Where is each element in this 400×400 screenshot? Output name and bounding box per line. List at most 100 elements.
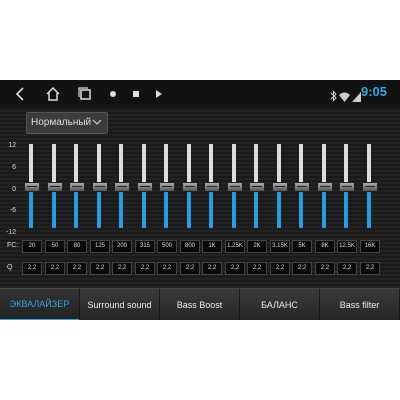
q-value[interactable]: 2,2 <box>202 262 222 275</box>
slider-fill <box>187 186 191 228</box>
q-value[interactable]: 2,2 <box>270 262 290 275</box>
slider-fill <box>97 186 101 228</box>
signal-icon <box>352 87 361 106</box>
q-value[interactable]: 2,2 <box>90 262 110 275</box>
slider-fill <box>74 186 78 228</box>
tab-1[interactable]: Surround sound <box>80 289 160 320</box>
q-value[interactable]: 2,2 <box>45 262 65 275</box>
slider-thumb[interactable] <box>227 182 243 192</box>
band-slider-16K[interactable] <box>360 144 378 228</box>
slider-fill <box>344 186 348 228</box>
q-value[interactable]: 2,2 <box>112 262 132 275</box>
fc-value[interactable]: 125 <box>90 240 110 253</box>
fc-value[interactable]: 5K <box>292 240 312 253</box>
fc-row-label: FC: <box>7 242 19 249</box>
band-slider-315[interactable] <box>135 144 153 228</box>
scale-label: 0 <box>12 186 16 193</box>
band-slider-12.5K[interactable] <box>337 144 355 228</box>
slider-thumb[interactable] <box>272 182 288 192</box>
picture-icon[interactable] <box>127 85 145 103</box>
slider-thumb[interactable] <box>159 182 175 192</box>
q-value[interactable]: 2,2 <box>360 262 380 275</box>
band-slider-2K[interactable] <box>247 144 265 228</box>
bluetooth-icon <box>330 87 337 106</box>
fc-value[interactable]: 1.25K <box>225 240 245 253</box>
q-value[interactable]: 2,2 <box>225 262 245 275</box>
band-slider-800[interactable] <box>180 144 198 228</box>
slider-thumb[interactable] <box>24 182 40 192</box>
fc-value[interactable]: 2K <box>247 240 267 253</box>
slider-thumb[interactable] <box>182 182 198 192</box>
back-icon[interactable] <box>12 85 30 103</box>
tab-4[interactable]: Bass filter <box>320 289 400 320</box>
slider-thumb[interactable] <box>47 182 63 192</box>
q-value[interactable]: 2,2 <box>135 262 155 275</box>
q-value[interactable]: 2,2 <box>157 262 177 275</box>
fc-value[interactable]: 200 <box>112 240 132 253</box>
recent-apps-icon[interactable] <box>76 85 94 103</box>
slider-thumb[interactable] <box>114 182 130 192</box>
fc-value[interactable]: 800 <box>180 240 200 253</box>
slider-thumb[interactable] <box>137 182 153 192</box>
slider-fill <box>254 186 258 228</box>
q-value[interactable]: 2,2 <box>247 262 267 275</box>
band-slider-20[interactable] <box>22 144 40 228</box>
fc-value[interactable]: 500 <box>157 240 177 253</box>
slider-thumb[interactable] <box>339 182 355 192</box>
tab-3[interactable]: БАЛАНС <box>240 289 320 320</box>
slider-fill <box>299 186 303 228</box>
slider-fill <box>164 186 168 228</box>
dot-icon[interactable] <box>104 85 122 103</box>
q-row-label: Q <box>7 264 13 271</box>
slider-fill <box>232 186 236 228</box>
q-value[interactable]: 2,2 <box>315 262 335 275</box>
band-slider-50[interactable] <box>45 144 63 228</box>
fc-value[interactable]: 20 <box>22 240 42 253</box>
slider-thumb[interactable] <box>294 182 310 192</box>
scale-label: -12 <box>5 229 16 236</box>
fc-value[interactable]: 8K <box>315 240 335 253</box>
wifi-icon <box>339 87 350 106</box>
slider-fill <box>29 186 33 228</box>
preset-label: Нормальный <box>31 117 92 128</box>
band-slider-3.15K[interactable] <box>270 144 288 228</box>
media-play-icon[interactable] <box>150 85 168 103</box>
fc-value[interactable]: 50 <box>45 240 65 253</box>
slider-thumb[interactable] <box>362 182 378 192</box>
q-value[interactable]: 2,2 <box>337 262 357 275</box>
q-value[interactable]: 2,2 <box>292 262 312 275</box>
band-slider-80[interactable] <box>67 144 85 228</box>
slider-thumb[interactable] <box>204 182 220 192</box>
fc-value[interactable]: 3.15K <box>270 240 290 253</box>
slider-fill <box>119 186 123 228</box>
slider-thumb[interactable] <box>317 182 333 192</box>
band-slider-125[interactable] <box>90 144 108 228</box>
tab-2[interactable]: Bass Boost <box>160 289 240 320</box>
scale-label: 6 <box>12 164 16 171</box>
fc-value[interactable]: 16K <box>360 240 380 253</box>
band-slider-5K[interactable] <box>292 144 310 228</box>
q-value[interactable]: 2,2 <box>22 262 42 275</box>
slider-fill <box>142 186 146 228</box>
band-slider-8K[interactable] <box>315 144 333 228</box>
chevron-down-icon <box>91 116 103 128</box>
q-value[interactable]: 2,2 <box>67 262 87 275</box>
tab-0[interactable]: ЭКВАЛАЙЗЕР <box>0 289 80 320</box>
fc-value[interactable]: 12.5K <box>337 240 357 253</box>
slider-thumb[interactable] <box>249 182 265 192</box>
home-icon[interactable] <box>44 85 62 103</box>
slider-thumb[interactable] <box>92 182 108 192</box>
slider-fill <box>52 186 56 228</box>
band-slider-1.25K[interactable] <box>225 144 243 228</box>
fc-value[interactable]: 80 <box>67 240 87 253</box>
scale-label: 12 <box>8 142 16 149</box>
band-slider-1K[interactable] <box>202 144 220 228</box>
slider-fill <box>367 186 371 228</box>
q-value[interactable]: 2,2 <box>180 262 200 275</box>
fc-value[interactable]: 1K <box>202 240 222 253</box>
preset-dropdown[interactable]: Нормальный <box>26 112 108 134</box>
slider-thumb[interactable] <box>69 182 85 192</box>
band-slider-200[interactable] <box>112 144 130 228</box>
fc-value[interactable]: 315 <box>135 240 155 253</box>
band-slider-500[interactable] <box>157 144 175 228</box>
